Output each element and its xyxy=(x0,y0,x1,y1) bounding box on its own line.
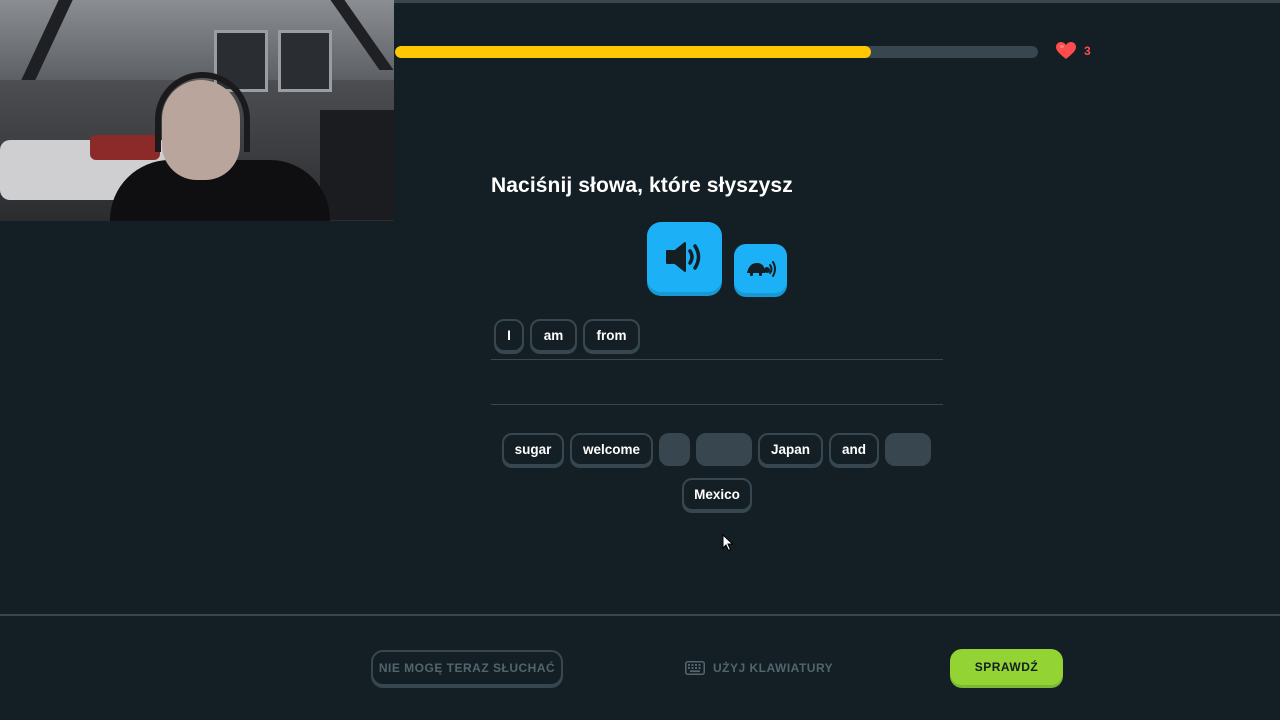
mouse-cursor-icon xyxy=(722,534,734,552)
answer-line xyxy=(491,359,943,360)
answer-chip[interactable]: I xyxy=(494,319,524,352)
word-bank-slot-empty xyxy=(696,433,752,466)
lesson-page: 3 Naciśnij słowa, które słyszysz I am fr… xyxy=(0,0,1280,720)
play-slow-audio-button[interactable] xyxy=(734,244,787,293)
word-bank-slot-empty xyxy=(885,433,931,466)
webcam-window xyxy=(278,30,332,92)
webcam-desk xyxy=(320,110,394,220)
speaker-icon xyxy=(665,242,700,272)
use-keyboard-button[interactable]: UŻYJ KLAWIATURY xyxy=(685,658,833,678)
hearts-counter: 3 xyxy=(1056,42,1091,60)
word-bank-chip[interactable]: welcome xyxy=(570,433,653,466)
webcam-overlay xyxy=(0,0,394,221)
answer-chip[interactable]: am xyxy=(530,319,577,352)
webcam-blanket xyxy=(90,135,160,160)
play-audio-button[interactable] xyxy=(647,222,722,292)
use-keyboard-label: UŻYJ KLAWIATURY xyxy=(713,661,834,675)
word-bank-chip[interactable]: Japan xyxy=(758,433,823,466)
lesson-progress-bar xyxy=(395,46,1038,58)
lesson-progress-fill xyxy=(395,46,871,58)
word-bank-chip[interactable]: Mexico xyxy=(682,478,752,511)
word-bank-slot-empty xyxy=(659,433,690,466)
footer-divider xyxy=(0,614,1280,616)
answer-line xyxy=(491,404,943,405)
cant-listen-button[interactable]: NIE MOGĘ TERAZ SŁUCHAĆ xyxy=(371,650,563,686)
word-bank-chip[interactable]: and xyxy=(829,433,879,466)
heart-icon xyxy=(1056,42,1076,59)
hearts-count: 3 xyxy=(1084,44,1091,58)
check-button[interactable]: SPRAWDŹ xyxy=(950,649,1063,685)
answer-chip[interactable]: from xyxy=(583,319,640,352)
challenge-title: Naciśnij słowa, które słyszysz xyxy=(491,174,793,197)
word-bank-chip[interactable]: sugar xyxy=(502,433,564,466)
turtle-icon xyxy=(746,260,776,277)
keyboard-icon xyxy=(685,661,705,675)
